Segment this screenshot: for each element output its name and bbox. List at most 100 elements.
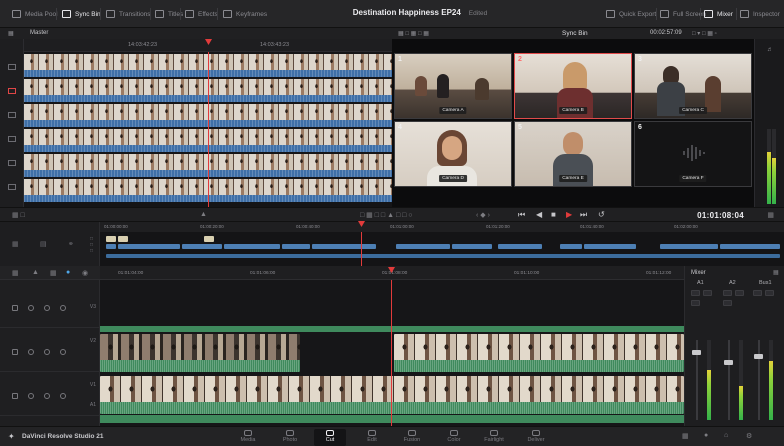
audio-icon[interactable]	[44, 392, 50, 399]
track-icon[interactable]	[8, 88, 16, 94]
viewer-tools-icon[interactable]: □ ▾ □ ▦ ▫	[692, 30, 717, 37]
track-header-v2[interactable]: V2	[0, 332, 100, 372]
view-options-icon[interactable]: ▦ □ ▦ □ ▦	[398, 30, 429, 37]
upper-clip[interactable]	[312, 244, 376, 249]
solo-button[interactable]	[765, 290, 774, 296]
channel-fader[interactable]	[692, 350, 701, 355]
mixer-options-icon[interactable]: ▦	[773, 269, 779, 276]
quick-export-button[interactable]: Quick Export	[606, 8, 656, 20]
track-icon[interactable]	[8, 112, 16, 118]
page-color[interactable]: Color	[438, 429, 470, 446]
grid-icon[interactable]: ▦	[8, 30, 14, 37]
upper-clip[interactable]	[720, 244, 780, 249]
visibility-icon[interactable]	[28, 348, 34, 355]
upper-clip[interactable]	[224, 244, 280, 249]
sync-bin-button[interactable]: Sync Bin	[62, 8, 101, 20]
title-clip[interactable]	[118, 236, 128, 242]
tools-icon[interactable]: ▦ □	[12, 211, 25, 219]
upper-clip[interactable]	[498, 244, 542, 249]
upper-clip[interactable]	[452, 244, 492, 249]
record-button[interactable]	[723, 300, 732, 306]
page-fairlight[interactable]: Fairlight	[478, 429, 510, 446]
speaker-icon[interactable]	[60, 392, 66, 399]
keyframes-button[interactable]: Keyframes	[223, 8, 267, 20]
upper-clip[interactable]	[396, 244, 450, 249]
upper-timeline[interactable]	[100, 232, 784, 266]
track-header-v3[interactable]: V3	[0, 288, 100, 328]
upper-clip[interactable]	[118, 244, 180, 249]
lock-icon[interactable]	[12, 348, 18, 355]
camera-angle-5[interactable]: 5 Camera E	[514, 121, 632, 187]
media-pool-button[interactable]: Media Pool	[12, 8, 58, 20]
zoom-icon[interactable]: ▦	[12, 240, 19, 248]
page-media[interactable]: Media	[232, 429, 264, 446]
camera-angle-2[interactable]: 2 Camera B	[514, 53, 632, 119]
camera-angle-6[interactable]: 6 Camera F	[634, 121, 752, 187]
split-icon[interactable]: ▲	[200, 211, 207, 218]
lock-icon[interactable]: ▲	[32, 269, 39, 276]
speaker-icon[interactable]	[60, 304, 66, 311]
track-header-v1[interactable]: V1 A1	[0, 376, 100, 416]
settings-icon[interactable]: ⚙	[746, 432, 752, 440]
effects-button[interactable]: Effects	[185, 8, 218, 20]
mute-button[interactable]	[691, 290, 700, 296]
title-clip[interactable]	[204, 236, 214, 242]
loop-button[interactable]: ↺	[598, 210, 605, 219]
upper-clip[interactable]	[282, 244, 310, 249]
speaker-icon[interactable]: ♬	[767, 47, 773, 53]
timeline-playhead[interactable]	[391, 280, 392, 426]
stop-button[interactable]: ■	[551, 210, 556, 219]
page-cut[interactable]: Cut	[314, 429, 346, 446]
upper-clip[interactable]	[660, 244, 718, 249]
timeline-tracks[interactable]	[100, 280, 684, 426]
track-icon[interactable]	[8, 136, 16, 142]
solo-button[interactable]	[735, 290, 744, 296]
transitions-button[interactable]: Transitions	[106, 8, 151, 20]
project-manager-icon[interactable]: ▦	[682, 432, 689, 440]
visibility-icon[interactable]	[28, 304, 34, 311]
source-tape[interactable]	[24, 52, 392, 207]
solo-button[interactable]	[703, 290, 712, 296]
lock-icon[interactable]	[12, 392, 18, 399]
timeline-clip[interactable]	[100, 334, 300, 372]
channel-fader[interactable]	[754, 354, 763, 359]
bin-name[interactable]: Master	[30, 30, 48, 36]
mute-button[interactable]	[723, 290, 732, 296]
page-edit[interactable]: Edit	[356, 429, 388, 446]
page-deliver[interactable]: Deliver	[520, 429, 552, 446]
play-reverse-button[interactable]: ◀	[536, 210, 542, 219]
upper-clip[interactable]	[182, 244, 222, 249]
audio-icon[interactable]	[44, 304, 50, 311]
visibility-icon[interactable]: ◉	[82, 269, 88, 277]
timeline-view-icon[interactable]: ▦	[12, 269, 19, 277]
lock-icon[interactable]	[12, 304, 18, 311]
speaker-icon[interactable]	[60, 348, 66, 355]
nav-arrows-icon[interactable]: ‹ ◆ ›	[476, 211, 490, 219]
audio-strip[interactable]	[100, 326, 684, 332]
audio-icon[interactable]	[44, 348, 50, 355]
snap-icon[interactable]: ▤	[40, 240, 47, 248]
page-photo[interactable]: Photo	[274, 429, 306, 446]
options-icon[interactable]: ▦	[767, 211, 774, 219]
record-button[interactable]	[691, 300, 700, 306]
edit-tools-icon[interactable]: □ ▦ □ □ ▲ □ □ ○	[360, 211, 413, 219]
track-icon[interactable]	[8, 64, 16, 70]
marker-icon[interactable]: ●	[66, 269, 70, 276]
home-icon[interactable]: ⌂	[724, 432, 728, 439]
go-to-end-button[interactable]: ⏭	[580, 210, 587, 220]
camera-angle-4[interactable]: 4 Camera D	[394, 121, 512, 187]
go-to-start-button[interactable]: ⏮	[518, 210, 525, 220]
page-fusion[interactable]: Fusion	[396, 429, 428, 446]
mixer-toggle-button[interactable]: Mixer	[704, 8, 733, 20]
camera-angle-1[interactable]: 1 Camera A	[394, 53, 512, 119]
upper-audio-track[interactable]	[106, 254, 780, 258]
timeline-clip[interactable]	[394, 334, 684, 372]
audio-strip[interactable]	[100, 415, 684, 423]
chat-icon[interactable]: ●	[704, 432, 708, 439]
play-button[interactable]: ▶	[566, 210, 572, 219]
track-icon[interactable]	[8, 184, 16, 190]
camera-angle-3[interactable]: 3 Camera C	[634, 53, 752, 119]
upper-clip[interactable]	[106, 244, 116, 249]
source-playhead[interactable]	[208, 52, 209, 207]
timeline-clip[interactable]	[100, 376, 684, 414]
